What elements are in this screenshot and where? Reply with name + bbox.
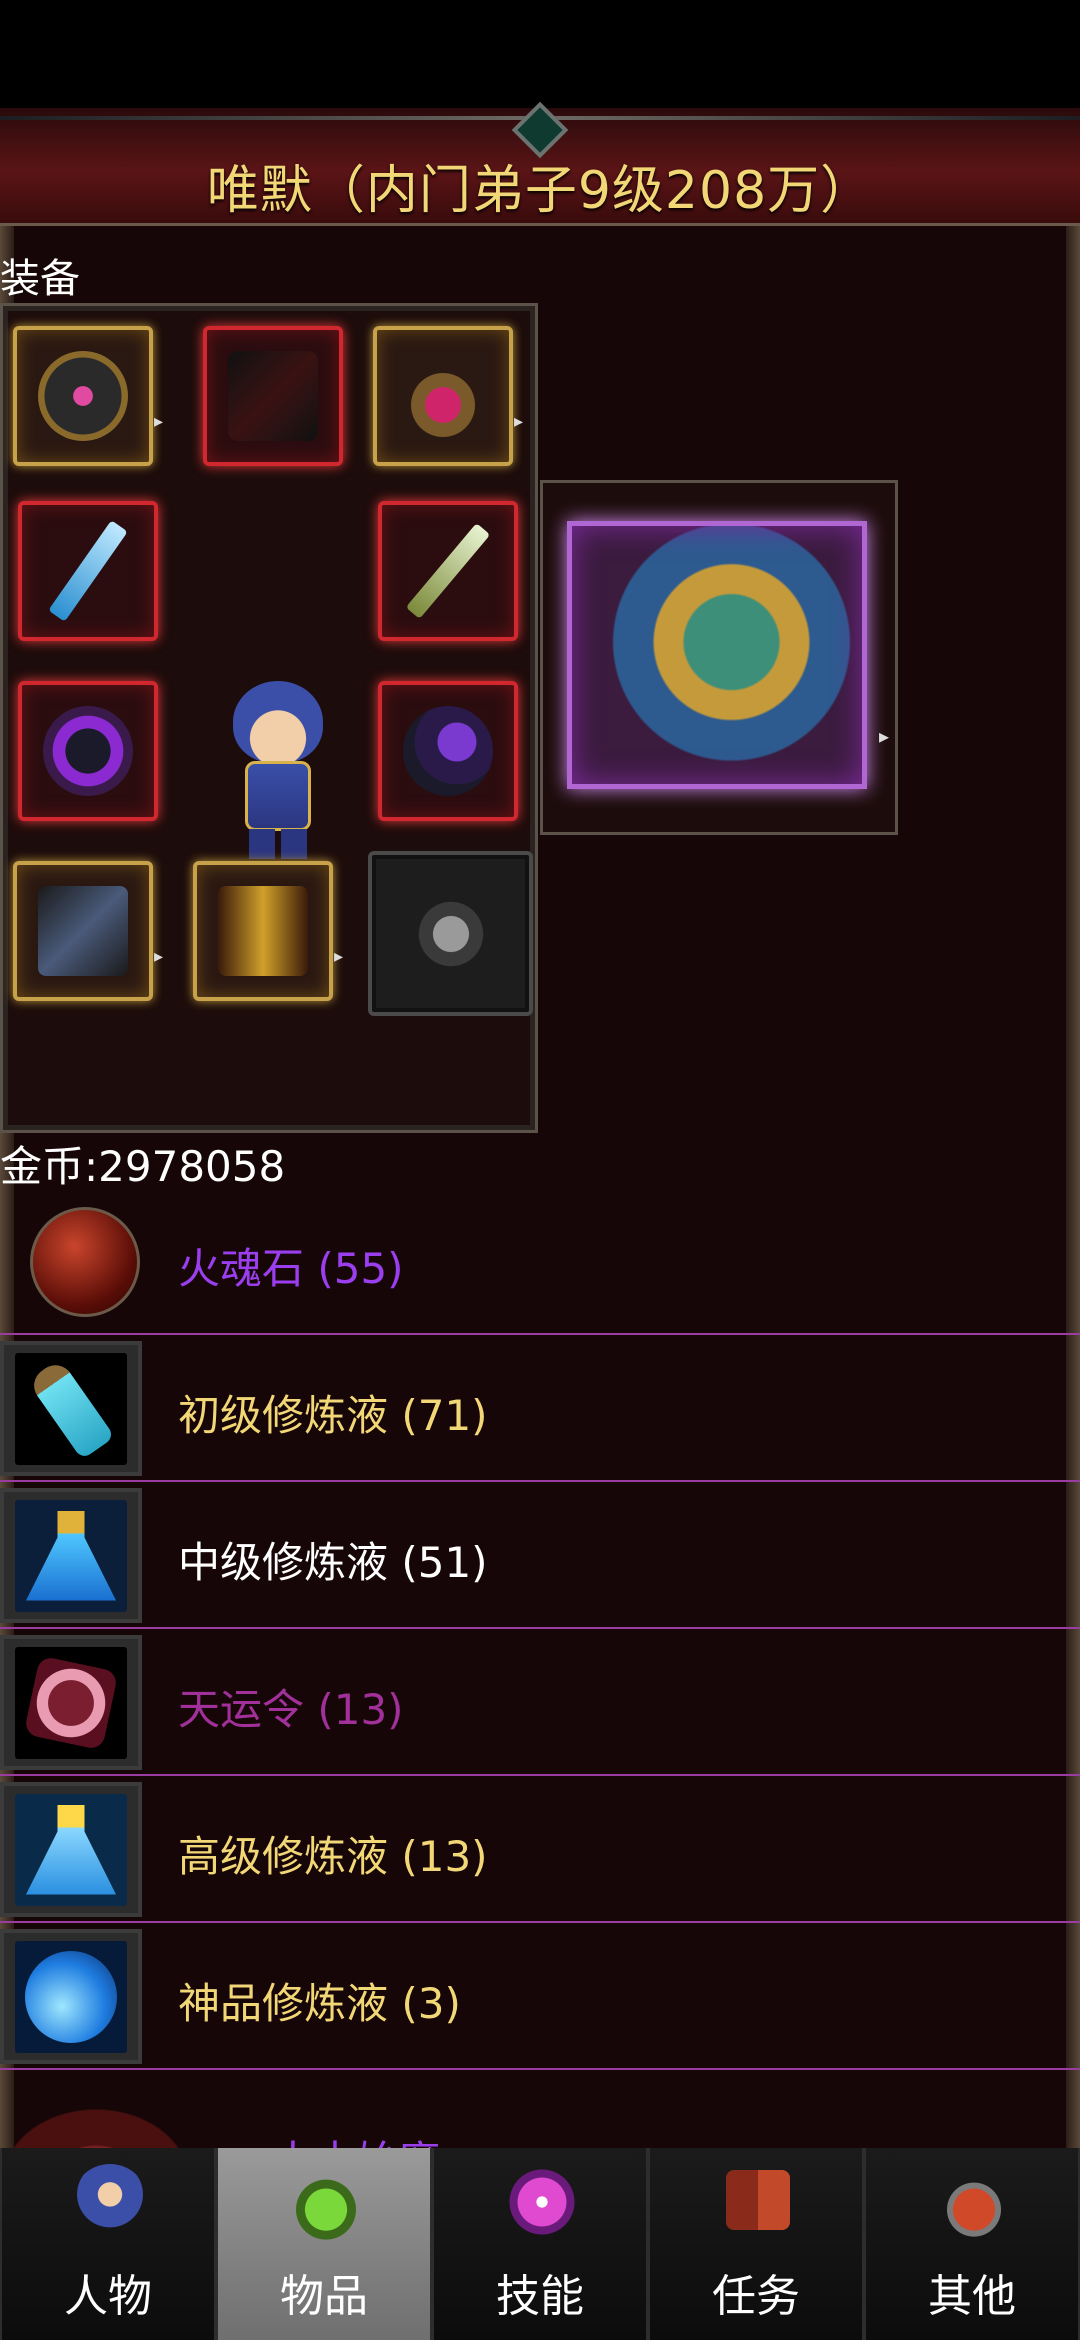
- helmet-slot[interactable]: ▸: [13, 326, 163, 466]
- tab-other[interactable]: 其他: [864, 2148, 1080, 2340]
- item-name: 火魂石 (55): [178, 1244, 404, 1293]
- list-item[interactable]: 神品修炼液 (3): [0, 1923, 1080, 2070]
- tab-items[interactable]: 物品: [216, 2148, 432, 2340]
- mount-panel[interactable]: ▸: [540, 480, 898, 835]
- gloves-slot[interactable]: ▸: [13, 861, 163, 1001]
- potion-icon: [288, 2164, 364, 2240]
- fire-soul-stone-icon: [25, 1194, 145, 1329]
- title-bar: 唯默（内门弟子9级208万）: [0, 101, 1080, 226]
- item-name: 高级修炼液 (13): [178, 1832, 488, 1881]
- bead-bracelet-icon: [400, 883, 501, 984]
- bottom-tab-bar: 人物 物品 技能 任务 其他: [0, 2148, 1080, 2340]
- ring-right-slot[interactable]: [378, 681, 518, 821]
- equipment-panel: ▸ ▸ ▸ ▸: [0, 303, 538, 1133]
- mount-icon: [567, 521, 867, 789]
- amulet-icon: [398, 351, 488, 441]
- boots-slot[interactable]: ▸: [193, 861, 343, 1001]
- item-name: 中级修炼液 (51): [178, 1538, 488, 1587]
- ring-icon: [43, 706, 133, 796]
- weapon-left-slot[interactable]: [18, 501, 158, 641]
- tab-quests[interactable]: 任务: [648, 2148, 864, 2340]
- elixir-orb-icon: [0, 1929, 142, 2064]
- character-icon: [72, 2164, 148, 2240]
- tab-character[interactable]: 人物: [0, 2148, 216, 2340]
- elixir-flask-icon: [0, 1488, 142, 1623]
- item-name: 天运令 (13): [178, 1685, 404, 1734]
- weapon-right-slot[interactable]: [378, 501, 518, 641]
- quest-book-icon: [726, 2170, 790, 2230]
- elixir-flask-icon: [0, 1782, 142, 1917]
- list-item[interactable]: 初级修炼液 (71): [0, 1335, 1080, 1482]
- list-item[interactable]: 火魂石 (55): [0, 1188, 1080, 1335]
- ring-left-slot[interactable]: [18, 681, 158, 821]
- amulet-slot[interactable]: ▸: [373, 326, 523, 466]
- tab-label: 其他: [928, 2271, 1016, 2322]
- orb-ring-icon: [403, 706, 493, 796]
- boots-icon: [218, 886, 308, 976]
- item-name: 神品修炼液 (3): [178, 1979, 461, 2028]
- tab-label: 物品: [280, 2271, 368, 2322]
- wings-icon: [228, 351, 318, 441]
- cape-slot[interactable]: [203, 326, 343, 466]
- helmet-icon: [38, 351, 128, 441]
- status-bar: [0, 0, 1080, 108]
- fortune-token-icon: [0, 1635, 142, 1770]
- elixir-vial-icon: [0, 1341, 142, 1476]
- mount-arrow-icon: ▸: [878, 724, 889, 748]
- page-title: 唯默（内门弟子9级208万）: [206, 161, 874, 221]
- blade-icon: [405, 523, 491, 619]
- sword-icon: [48, 520, 128, 622]
- tab-label: 技能: [496, 2271, 584, 2322]
- list-item[interactable]: 天运令 (13): [0, 1629, 1080, 1776]
- gold-balance: 金币:2978058: [0, 1142, 286, 1191]
- skill-orb-icon: [504, 2164, 580, 2240]
- list-item[interactable]: 高级修炼液 (13): [0, 1776, 1080, 1923]
- accessory-slot[interactable]: [368, 851, 533, 1016]
- misc-icon: [936, 2164, 1012, 2240]
- equipment-label: 装备: [0, 256, 80, 302]
- list-item[interactable]: 中级修炼液 (51): [0, 1482, 1080, 1629]
- tab-label: 任务: [712, 2271, 800, 2322]
- inventory-list: 火魂石 (55) 初级修炼液 (71) 中级修炼液 (51) 天运令 (13) …: [0, 1188, 1080, 2255]
- character-avatar: [223, 681, 333, 861]
- tab-label: 人物: [64, 2271, 152, 2322]
- tab-skills[interactable]: 技能: [432, 2148, 648, 2340]
- item-name: 初级修炼液 (71): [178, 1391, 488, 1440]
- inventory-screen: 唯默（内门弟子9级208万） 装备 ▸ ▸ ▸ ▸ ▸ 金币:2978058 火…: [0, 101, 1080, 2255]
- gauntlet-icon: [38, 886, 128, 976]
